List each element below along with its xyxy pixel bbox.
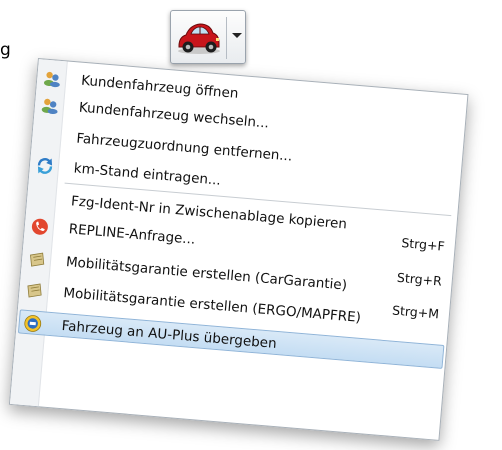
chevron-down-icon[interactable]: [227, 11, 246, 63]
menu-item-label: REPLINE-Anfrage...: [68, 221, 196, 248]
repline-icon: [30, 217, 49, 236]
people-icon: [43, 69, 62, 88]
vehicle-split-button[interactable]: [170, 10, 246, 64]
refresh-icon: [35, 156, 54, 175]
document-icon: [25, 281, 44, 300]
menu-item-shortcut: Strg+M: [391, 302, 440, 322]
au-plus-icon: [23, 314, 42, 333]
vehicle-context-menu: Kundenfahrzeug öffnen Kundenfahrzeug wec…: [8, 58, 469, 441]
document-icon: [27, 250, 46, 269]
menu-item-shortcut: Strg+R: [396, 269, 443, 289]
menu-item-shortcut: Strg+F: [400, 235, 446, 254]
car-icon[interactable]: [175, 15, 223, 59]
menu-item-label: km-Stand eintragen...: [73, 160, 222, 189]
background-text-fragment: g: [0, 40, 11, 60]
people-icon: [40, 95, 59, 115]
